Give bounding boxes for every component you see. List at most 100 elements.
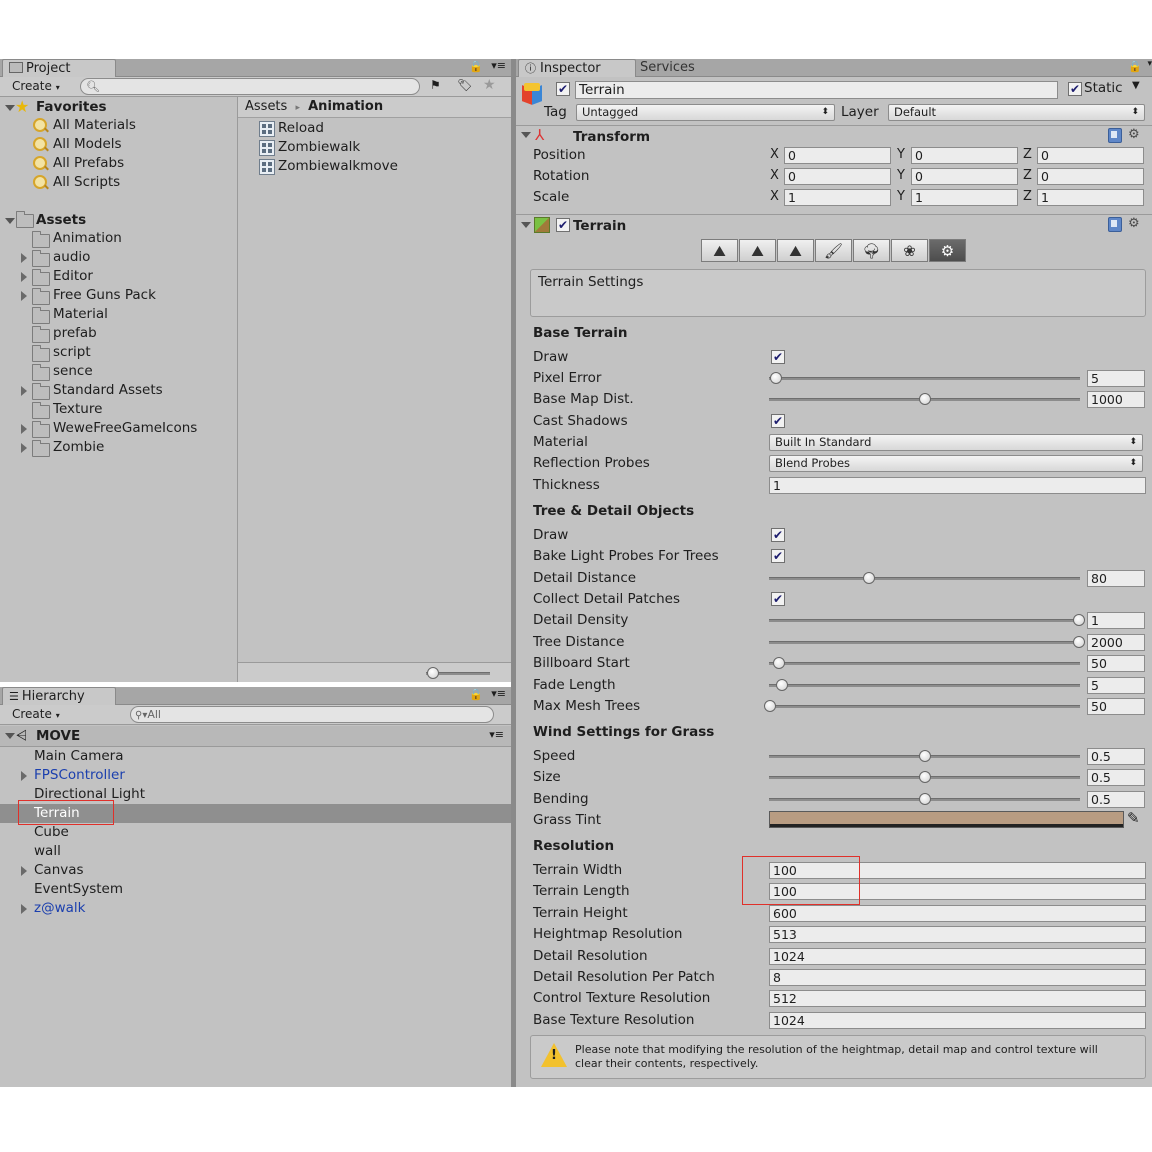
raise-lower-terrain-tool[interactable]: ⛰︎	[701, 239, 738, 262]
panel-menu-icon[interactable]: ▾≡	[491, 59, 506, 72]
breadcrumb-root[interactable]: Assets	[245, 99, 287, 114]
hierarchy-search-input[interactable]: ⚲▾All	[130, 706, 494, 723]
scene-collapse-icon[interactable]	[5, 733, 15, 739]
resolution-value-field[interactable]: 513	[769, 926, 1146, 944]
panel-menu-icon[interactable]: ▾	[1147, 59, 1152, 69]
cast-shadows-checkbox[interactable]: ✔	[771, 414, 785, 428]
pixel-error-slider-track[interactable]	[769, 377, 1080, 380]
transform-foldout-icon[interactable]	[521, 132, 531, 138]
asset-folder-item[interactable]: Editor	[53, 267, 93, 286]
asset-folder-item[interactable]: prefab	[53, 324, 97, 343]
wind-size-slider-field[interactable]: 0.5	[1087, 769, 1145, 786]
tab-hierarchy[interactable]: ☰ Hierarchy	[2, 687, 116, 705]
pixel-error-slider-thumb[interactable]	[770, 372, 783, 384]
transform-z-field[interactable]: 0	[1037, 147, 1144, 164]
fade-length-slider-track[interactable]	[769, 684, 1080, 687]
terrain-foldout-icon[interactable]	[521, 222, 531, 228]
gameobject-active-checkbox[interactable]: ✔	[556, 82, 570, 96]
asset-folder-item[interactable]: Standard Assets	[53, 381, 163, 400]
lock-icon[interactable]: 🔒	[1128, 60, 1142, 73]
hierarchy-item[interactable]: Cube	[34, 823, 69, 842]
transform-z-field[interactable]: 0	[1037, 168, 1144, 185]
thickness-field[interactable]: 1	[769, 477, 1146, 494]
gameobject-name-field[interactable]: Terrain	[575, 81, 1058, 99]
tree-draw-checkbox[interactable]: ✔	[771, 528, 785, 542]
wind-size-slider-thumb[interactable]	[918, 771, 931, 783]
asset-folder-item[interactable]: Texture	[53, 400, 102, 419]
asset-folder-item[interactable]: sence	[53, 362, 93, 381]
help-book-icon[interactable]	[1108, 217, 1122, 232]
transform-x-field[interactable]: 1	[784, 189, 891, 206]
hierarchy-item[interactable]: FPSController	[34, 766, 125, 785]
eyedropper-icon[interactable]: ✎	[1127, 809, 1140, 827]
hierarchy-create-button[interactable]: Create ▾	[8, 706, 64, 722]
assets-header[interactable]: Assets	[36, 210, 86, 230]
detail-density-slider-field[interactable]: 1	[1087, 612, 1145, 629]
fade-length-slider-field[interactable]: 5	[1087, 677, 1145, 694]
hierarchy-item[interactable]: z@walk	[34, 899, 85, 918]
favorite-item[interactable]: All Prefabs	[53, 154, 124, 173]
detail-density-slider-track[interactable]	[769, 619, 1080, 622]
resolution-value-field[interactable]: 600	[769, 904, 1146, 922]
assets-collapse-icon[interactable]	[5, 218, 15, 224]
axis-x-label[interactable]: X	[770, 189, 779, 205]
favorites-header[interactable]: Favorites	[36, 97, 107, 117]
asset-folder-item[interactable]: Free Guns Pack	[53, 286, 156, 305]
axis-y-label[interactable]: Y	[897, 147, 905, 163]
resolution-value-field[interactable]: 1024	[769, 1011, 1146, 1029]
draw-checkbox[interactable]: ✔	[771, 350, 785, 364]
axis-z-label[interactable]: Z	[1023, 147, 1032, 163]
asset-folder-item[interactable]: WeweFreeGameIcons	[53, 419, 197, 438]
material-dropdown[interactable]: Built In Standard ⬍	[769, 434, 1143, 451]
resolution-value-field[interactable]: 1024	[769, 947, 1146, 965]
hierarchy-item[interactable]: Canvas	[34, 861, 84, 880]
filter-by-type-icon[interactable]: ⚑	[430, 78, 441, 92]
detail-distance-slider-thumb[interactable]	[862, 572, 875, 584]
favorite-item[interactable]: All Materials	[53, 116, 136, 135]
folder-expand-icon[interactable]	[21, 253, 27, 263]
tree-distance-slider-track[interactable]	[769, 641, 1080, 644]
transform-y-field[interactable]: 0	[911, 147, 1018, 164]
tree-distance-slider-thumb[interactable]	[1073, 636, 1085, 648]
axis-x-label[interactable]: X	[770, 168, 779, 184]
transform-x-field[interactable]: 0	[784, 168, 891, 185]
folder-expand-icon[interactable]	[21, 424, 27, 434]
paint-height-tool[interactable]: ⛰︎	[739, 239, 776, 262]
thumbnail-zoom-slider-thumb[interactable]	[427, 667, 440, 679]
animation-file-item[interactable]: Zombiewalk	[278, 138, 360, 157]
transform-y-field[interactable]: 0	[911, 168, 1018, 185]
paint-details-tool[interactable]: ❀	[891, 239, 928, 262]
billboard-start-slider-track[interactable]	[769, 662, 1080, 665]
billboard-start-slider-field[interactable]: 50	[1087, 655, 1145, 672]
folder-expand-icon[interactable]	[21, 291, 27, 301]
asset-folder-item[interactable]: Material	[53, 305, 108, 324]
paint-texture-tool[interactable]: 🖌︎	[815, 239, 852, 262]
axis-z-label[interactable]: Z	[1023, 189, 1032, 205]
favorite-item[interactable]: All Scripts	[53, 173, 120, 192]
asset-folder-item[interactable]: script	[53, 343, 91, 362]
tree-distance-slider-field[interactable]: 2000	[1087, 634, 1145, 651]
hierarchy-item[interactable]: Main Camera	[34, 747, 124, 766]
wind-speed-slider-field[interactable]: 0.5	[1087, 748, 1145, 765]
hierarchy-item[interactable]: wall	[34, 842, 61, 861]
max-mesh-trees-slider-field[interactable]: 50	[1087, 698, 1145, 715]
resolution-value-field[interactable]: 512	[769, 990, 1146, 1008]
favorites-collapse-icon[interactable]	[5, 105, 15, 111]
tab-project[interactable]: Project	[2, 59, 116, 77]
gear-icon[interactable]: ⚙	[1128, 128, 1140, 142]
wind-bending-slider-field[interactable]: 0.5	[1087, 791, 1145, 808]
base-map-dist-slider-field[interactable]: 1000	[1087, 391, 1145, 408]
expand-icon[interactable]	[21, 866, 27, 876]
axis-z-label[interactable]: Z	[1023, 168, 1032, 184]
expand-icon[interactable]	[21, 904, 27, 914]
transform-y-field[interactable]: 1	[911, 189, 1018, 206]
tab-inspector[interactable]: ⓘ Inspector	[518, 59, 636, 77]
transform-x-field[interactable]: 0	[784, 147, 891, 164]
wind-speed-slider-thumb[interactable]	[918, 750, 931, 762]
gear-icon[interactable]: ⚙	[1128, 217, 1140, 231]
animation-file-item[interactable]: Reload	[278, 119, 324, 138]
folder-expand-icon[interactable]	[21, 386, 27, 396]
asset-folder-item[interactable]: audio	[53, 248, 90, 267]
terrain-settings-tool[interactable]: ⚙	[929, 239, 966, 262]
axis-x-label[interactable]: X	[770, 147, 779, 163]
